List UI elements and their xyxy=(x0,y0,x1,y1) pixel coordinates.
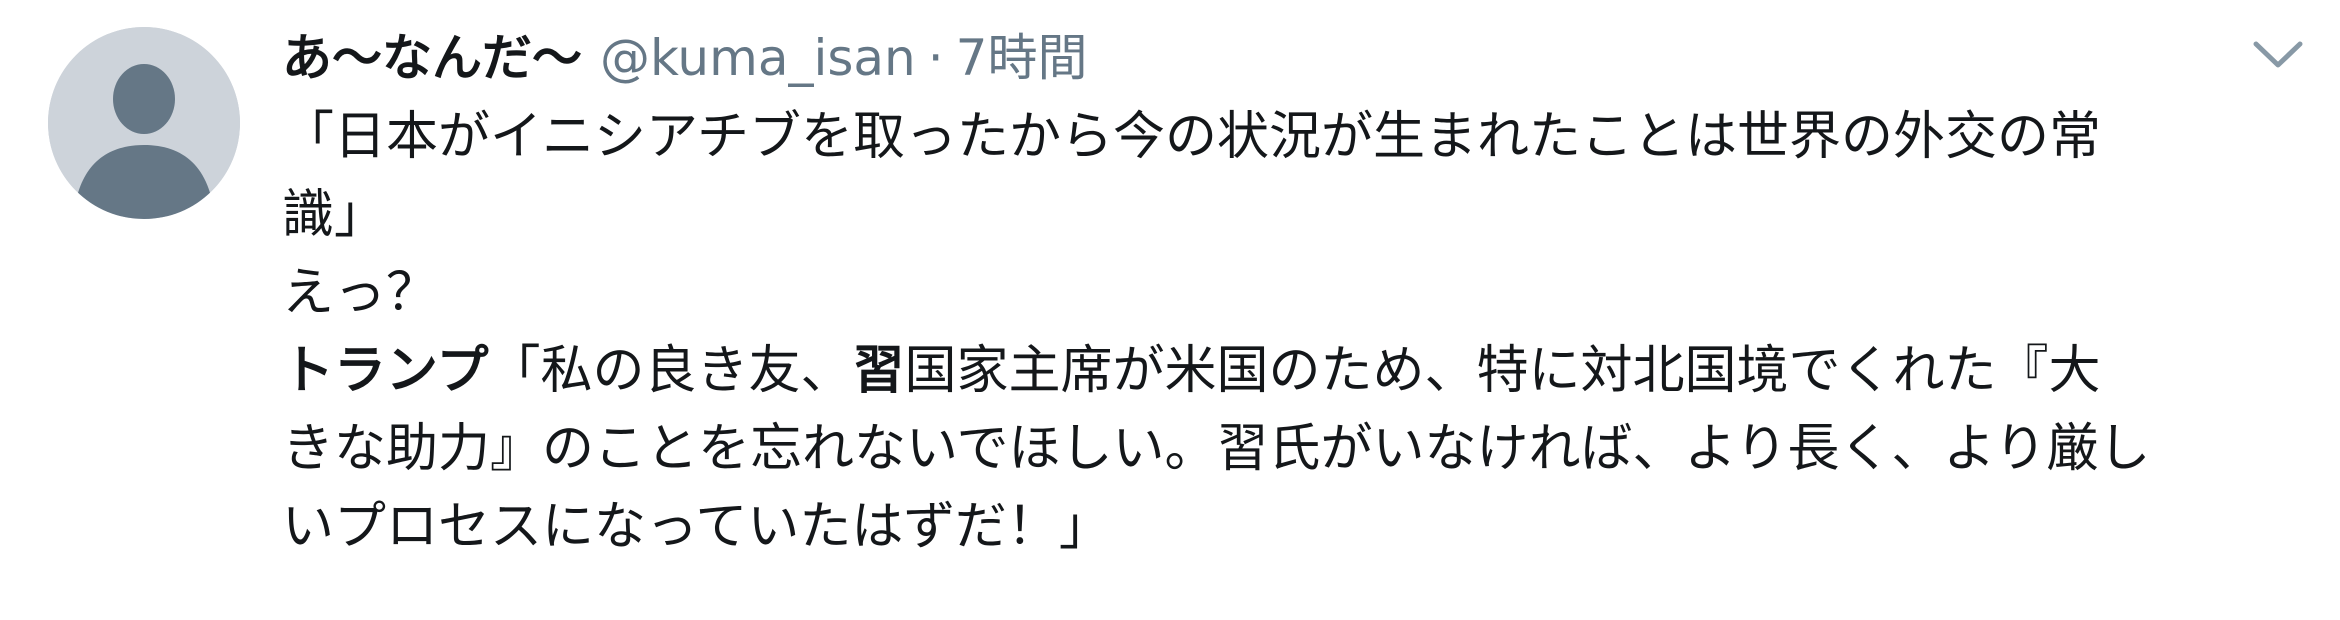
tweet-text-line-4: トランプ「私の良き友、習国家主席が米国のため、特に対北国境でくれた『大 xyxy=(282,332,2282,410)
tweet-text-line-4-part-a: 「私の良き友、 xyxy=(488,341,853,401)
tweet-bold-trump: トランプ xyxy=(282,341,489,401)
tweet-text-line-2: 識」 xyxy=(282,185,387,245)
header-separator: · xyxy=(927,29,944,87)
tweet-timestamp[interactable]: 7時間 xyxy=(956,18,1088,98)
tweet-header: あ〜なんだ〜 @kuma_isan · 7時間 xyxy=(282,18,2282,98)
avatar[interactable] xyxy=(48,27,240,219)
tweet-text-line-4-part-b: 国家主席が米国のため、特に対北国境でくれた『大 xyxy=(904,341,2101,401)
default-profile-icon xyxy=(48,27,240,219)
author-handle[interactable]: @kuma_isan xyxy=(600,18,916,98)
tweet-text: 「日本がイニシアチブを取ったから今の状況が生まれたことは世界の外交の常 識」 え… xyxy=(282,98,2282,566)
tweet-text-line-5: きな助力』のことを忘れないでほしい。習氏がいなければ、より長く、より厳し xyxy=(282,419,2151,479)
tweet-content: あ〜なんだ〜 @kuma_isan · 7時間 「日本がイニシアチブを取ったから… xyxy=(282,18,2282,566)
author-display-name[interactable]: あ〜なんだ〜 xyxy=(282,18,582,98)
tweet-bold-xi: 習 xyxy=(852,341,905,401)
tweet-text-line-1: 「日本がイニシアチブを取ったから今の状況が生まれたことは世界の外交の常 xyxy=(282,107,2101,167)
tweet-text-line-6: いプロセスになっていたはずだ！」 xyxy=(282,497,1111,557)
tweet-text-line-3: えっ？ xyxy=(282,263,439,323)
tweet-card: あ〜なんだ〜 @kuma_isan · 7時間 「日本がイニシアチブを取ったから… xyxy=(0,0,2340,620)
